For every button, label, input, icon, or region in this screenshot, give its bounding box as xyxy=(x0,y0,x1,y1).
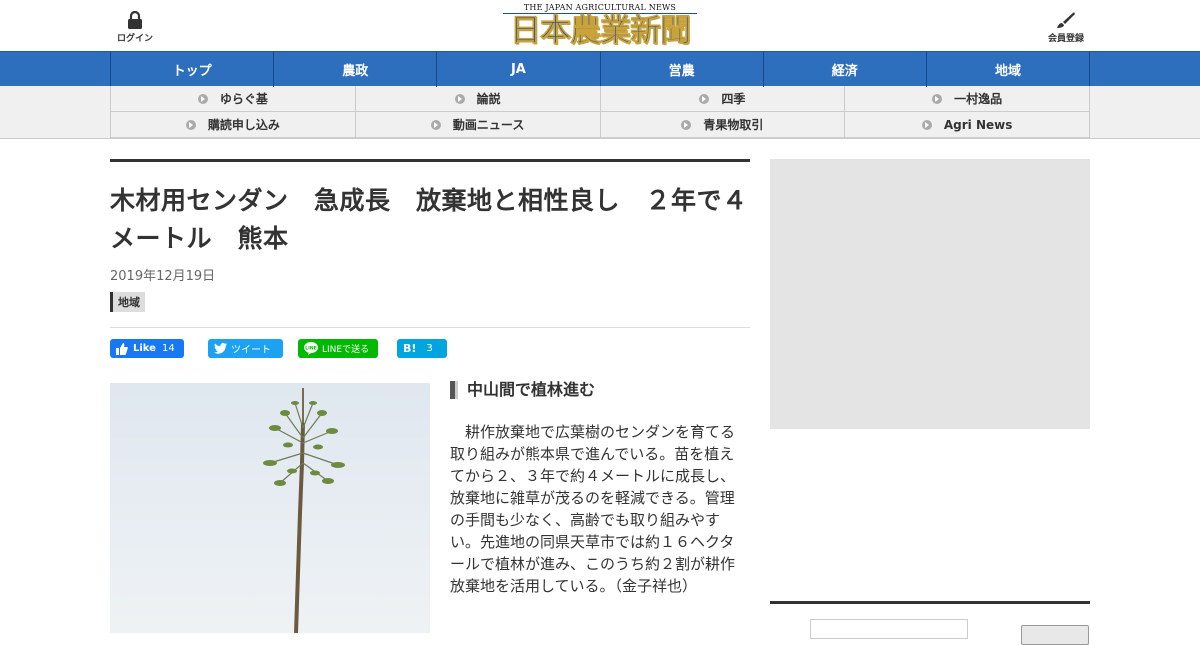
nav-item-economy[interactable]: 経済 xyxy=(764,52,927,87)
hatena-bookmark-icon: B! xyxy=(403,342,417,355)
login-button[interactable]: ログイン xyxy=(114,11,156,44)
line-share-button[interactable]: LINE LINEで送る xyxy=(298,339,378,358)
site-header: ログイン THE JAPAN AGRICULTURAL NEWS 日本農業新聞 … xyxy=(0,0,1200,51)
arrow-circle-icon xyxy=(699,93,710,104)
sidebar-ad[interactable] xyxy=(770,159,1090,429)
svg-text:LINE: LINE xyxy=(305,346,316,352)
member-register-button[interactable]: 会員登録 xyxy=(1044,11,1088,44)
nav-item-region[interactable]: 地域 xyxy=(927,52,1091,87)
logo-japanese: 日本農業新聞 xyxy=(510,13,692,49)
sendan-tree-photo xyxy=(263,388,345,633)
arrow-circle-icon xyxy=(185,119,196,130)
line-logo-icon: LINE xyxy=(304,342,318,355)
subnav-label: ゆらぐ基 xyxy=(219,92,268,106)
arrow-circle-icon xyxy=(932,93,943,104)
arrow-circle-icon xyxy=(921,119,932,130)
subnav-item-isson[interactable]: 一村逸品 xyxy=(845,86,1090,112)
site-logo[interactable]: THE JAPAN AGRICULTURAL NEWS 日本農業新聞 xyxy=(503,3,697,48)
login-label: ログイン xyxy=(116,34,153,44)
subnav-label: 購読申し込み xyxy=(207,118,280,132)
article: 木材用センダン 急成長 放棄地と相性良し ２年で４メートル 熊本 2019年12… xyxy=(110,159,750,633)
thumbs-up-icon xyxy=(116,342,128,355)
article-photo[interactable] xyxy=(110,383,430,633)
facebook-like-button[interactable]: Like 14 xyxy=(110,339,184,358)
subnav-label: 四季 xyxy=(721,92,746,106)
subnav-item-editorial[interactable]: 論説 xyxy=(355,86,601,112)
tweet-label: ツイート xyxy=(231,345,271,356)
category-tag[interactable]: 地域 xyxy=(110,292,145,312)
share-bar: Like 14 ツイート LINE LINEで送る B! 3 xyxy=(110,327,750,359)
subnav-label: 青果物取引 xyxy=(703,118,764,132)
arrow-circle-icon xyxy=(454,93,465,104)
article-date: 2019年12月19日 xyxy=(110,269,216,284)
hatena-bookmark-count: 3 xyxy=(426,343,433,354)
sidebar-top-rule xyxy=(770,601,1090,604)
article-top-rule xyxy=(110,159,750,162)
subnav-label: 動画ニュース xyxy=(452,118,525,132)
subnav-item-yuragu[interactable]: ゆらぐ基 xyxy=(111,86,356,112)
subnav-label: 論説 xyxy=(476,92,501,106)
sub-nav: ゆらぐ基 論説 四季 一村逸品 購読申し込み 動画ニュース 青果物取引 Agri… xyxy=(0,86,1200,139)
article-subheading: 中山間で植林進む xyxy=(450,381,740,399)
arrow-circle-icon xyxy=(681,119,692,130)
subnav-item-agri-news[interactable]: Agri News xyxy=(845,112,1090,138)
member-register-label: 会員登録 xyxy=(1047,34,1084,44)
subnav-label: Agri News xyxy=(943,117,1013,132)
subnav-item-subscribe[interactable]: 購読申し込み xyxy=(111,112,356,138)
subnav-label: 一村逸品 xyxy=(954,92,1003,106)
nav-item-top[interactable]: トップ xyxy=(111,52,275,87)
article-body: 中山間で植林進む 耕作放棄地で広葉樹のセンダンを育てる取り組みが熊本県で進んでい… xyxy=(450,381,740,597)
subnav-item-shiki[interactable]: 四季 xyxy=(600,86,846,112)
subnav-item-market[interactable]: 青果物取引 xyxy=(600,112,846,138)
article-title: 木材用センダン 急成長 放棄地と相性良し ２年で４メートル 熊本 xyxy=(110,186,748,253)
arrow-circle-icon xyxy=(197,93,208,104)
facebook-like-label: Like xyxy=(133,343,156,354)
twitter-bird-icon xyxy=(214,343,227,354)
line-share-label: LINEで送る xyxy=(322,345,370,355)
sidebar-search-input[interactable] xyxy=(810,619,968,639)
tweet-button[interactable]: ツイート xyxy=(208,339,283,358)
nav-item-farming[interactable]: 営農 xyxy=(601,52,764,87)
sidebar-search-button[interactable] xyxy=(1021,625,1089,645)
nav-item-ja[interactable]: JA xyxy=(437,52,601,87)
article-lead-text: 耕作放棄地で広葉樹のセンダンを育てる取り組みが熊本県で進んでいる。苗を植えてから… xyxy=(450,423,736,595)
pen-icon xyxy=(1057,12,1075,28)
arrow-circle-icon xyxy=(430,119,441,130)
nav-item-policy[interactable]: 農政 xyxy=(274,52,438,87)
lock-icon xyxy=(128,11,142,29)
facebook-like-count: 14 xyxy=(161,343,175,354)
subnav-item-video[interactable]: 動画ニュース xyxy=(355,112,601,138)
hatena-bookmark-button[interactable]: B! 3 xyxy=(397,339,447,358)
main-nav: トップ 農政 JA 営農 経済 地域 xyxy=(0,51,1200,87)
